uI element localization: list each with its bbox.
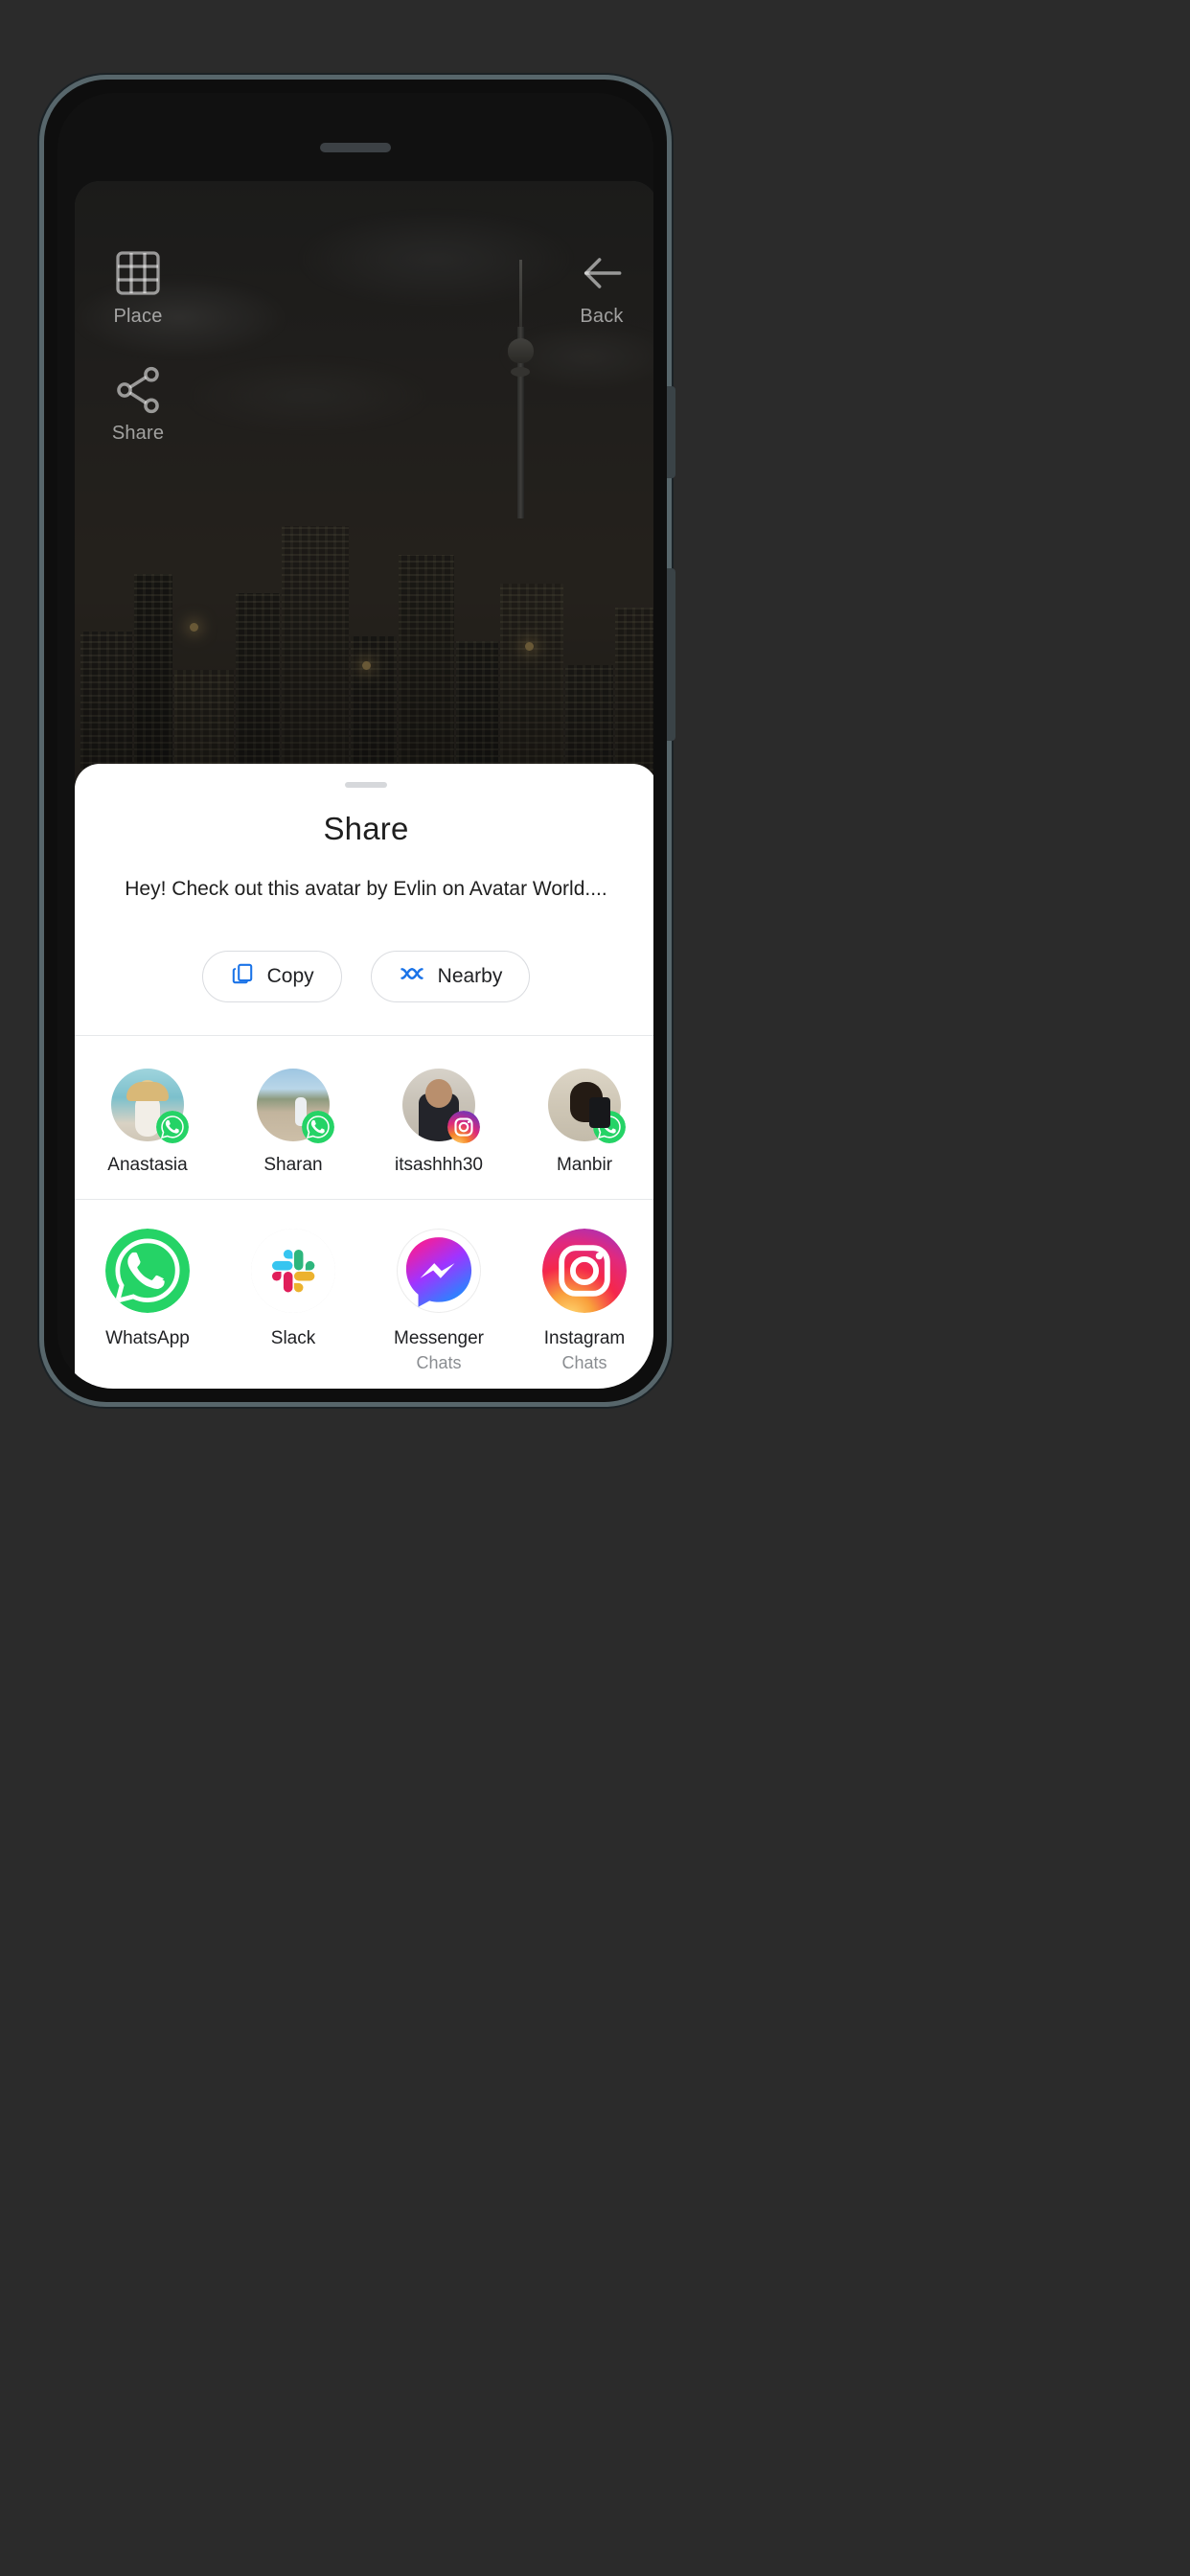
- whatsapp-icon: [302, 1111, 334, 1143]
- phone-side-button-upper: [667, 386, 675, 478]
- whatsapp-icon: [105, 1229, 190, 1313]
- phone-earpiece-speaker: [320, 143, 391, 152]
- contact-item[interactable]: Manbir: [512, 1069, 653, 1176]
- phone-screen: Place Share Back Share Hey! Check out th…: [75, 181, 653, 1389]
- sheet-drag-handle[interactable]: [345, 782, 387, 788]
- quick-action-chips: Copy Nearby: [75, 951, 653, 1035]
- slack-icon: [251, 1229, 335, 1313]
- nearby-chip[interactable]: Nearby: [370, 951, 531, 1002]
- instagram-icon: [447, 1111, 480, 1143]
- app-sublabel: Chats: [416, 1353, 462, 1372]
- contact-item[interactable]: Anastasia: [75, 1069, 220, 1176]
- phone-bezel: Place Share Back Share Hey! Check out th…: [57, 93, 653, 1389]
- nearby-chip-label: Nearby: [437, 965, 503, 987]
- place-button-label: Place: [113, 306, 163, 327]
- app-name: WhatsApp: [105, 1328, 190, 1348]
- copy-icon: [230, 961, 255, 992]
- app-item-whatsapp[interactable]: WhatsApp: [75, 1229, 220, 1373]
- app-item-slack[interactable]: Slack: [220, 1229, 366, 1373]
- contact-name: Manbir: [556, 1155, 613, 1175]
- share-overlay-button[interactable]: Share: [92, 363, 184, 445]
- back-button-label: Back: [580, 306, 624, 327]
- contact-item[interactable]: Sharan: [220, 1069, 366, 1176]
- share-preview-text: Hey! Check out this avatar by Evlin on A…: [125, 878, 607, 900]
- app-name: Slack: [270, 1328, 316, 1348]
- instagram-icon: [542, 1229, 627, 1313]
- contact-item[interactable]: itsashhh30: [366, 1069, 512, 1176]
- app-name: Messenger: [394, 1328, 484, 1348]
- contact-name: Anastasia: [107, 1155, 188, 1175]
- contact-name: Sharan: [263, 1155, 323, 1175]
- copy-chip-label: Copy: [266, 965, 314, 987]
- share-nodes-icon: [92, 363, 184, 417]
- messenger-icon: [397, 1229, 481, 1313]
- direct-share-contacts-row: Anastasia Sharan itsashhh30 Manbir: [75, 1036, 653, 1199]
- phone-side-button-lower: [667, 568, 675, 741]
- contact-name: itsashhh30: [395, 1155, 483, 1175]
- app-item-instagram[interactable]: Instagram Chats: [512, 1229, 653, 1373]
- app-name: Instagram: [543, 1328, 626, 1348]
- back-button[interactable]: Back: [556, 246, 648, 328]
- share-target-apps-row: WhatsApp Slack Messenger Chats Instagram…: [75, 1200, 653, 1389]
- share-overlay-label: Share: [111, 423, 165, 444]
- phone-mockup: Place Share Back Share Hey! Check out th…: [39, 75, 675, 1407]
- place-button[interactable]: Place: [92, 246, 184, 328]
- arrow-left-icon: [556, 246, 648, 300]
- share-sheet-title: Share: [323, 811, 409, 846]
- app-sublabel: Chats: [561, 1353, 607, 1372]
- nearby-share-icon: [399, 960, 425, 993]
- copy-chip[interactable]: Copy: [201, 951, 342, 1002]
- grid-icon: [92, 246, 184, 300]
- whatsapp-icon: [156, 1111, 189, 1143]
- app-item-messenger[interactable]: Messenger Chats: [366, 1229, 512, 1373]
- share-bottom-sheet: Share Hey! Check out this avatar by Evli…: [75, 764, 653, 1389]
